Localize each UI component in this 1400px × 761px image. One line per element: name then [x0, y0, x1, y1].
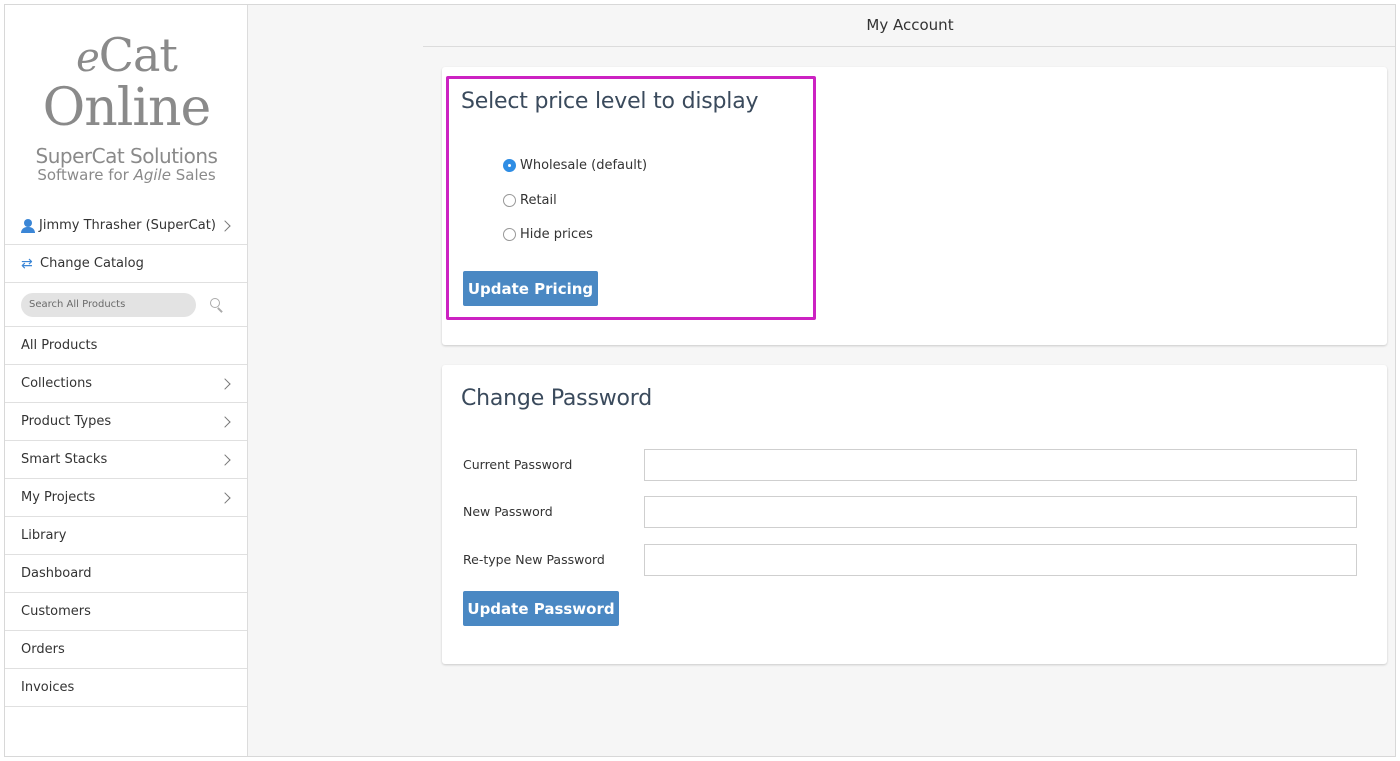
chevron-right-icon: [219, 453, 231, 466]
password-field-label: Re-type New Password: [463, 552, 605, 567]
sidebar-change-catalog[interactable]: ⇄ Change Catalog: [5, 245, 247, 283]
update-pricing-button[interactable]: Update Pricing: [463, 271, 598, 306]
sidebar-item-label: Dashboard: [21, 566, 92, 581]
user-name: Jimmy Thrasher (SuperCat): [39, 218, 216, 233]
ecat-online-logo[interactable]: eCat Online SuperCat Solutions Software …: [5, 5, 248, 205]
sidebar-item-label: Collections: [21, 376, 93, 391]
page-header: My Account: [423, 5, 1395, 47]
search-icon[interactable]: [210, 298, 223, 313]
price-option-wholesale[interactable]: Wholesale (default): [503, 158, 647, 173]
change-password-heading: Change Password: [461, 386, 652, 411]
sidebar-item-label: All Products: [21, 338, 98, 353]
page-title: My Account: [866, 16, 954, 34]
chevron-right-icon: [219, 491, 231, 504]
password-field-label: Current Password: [463, 457, 573, 472]
sidebar-item-smart-stacks[interactable]: Smart Stacks: [5, 441, 247, 479]
sidebar: eCat Online SuperCat Solutions Software …: [5, 5, 248, 756]
sidebar-item-customers[interactable]: Customers: [5, 593, 247, 631]
price-option-retail[interactable]: Retail: [503, 193, 557, 208]
new-password-input[interactable]: [644, 496, 1357, 528]
sidebar-item-all-products[interactable]: All Products: [5, 327, 247, 365]
sidebar-item-label: Library: [21, 528, 67, 543]
chevron-right-icon: [219, 219, 231, 232]
sidebar-item-dashboard[interactable]: Dashboard: [5, 555, 247, 593]
price-option-label: Retail: [520, 193, 557, 208]
swap-arrows-icon: ⇄: [21, 255, 33, 272]
sidebar-item-label: Orders: [21, 642, 65, 657]
sidebar-item-label: Customers: [21, 604, 91, 619]
app-window: eCat Online SuperCat Solutions Software …: [4, 4, 1396, 757]
sidebar-item-label: Smart Stacks: [21, 452, 108, 467]
price-option-hide[interactable]: Hide prices: [503, 227, 593, 242]
sidebar-item-orders[interactable]: Orders: [5, 631, 247, 669]
pricing-heading: Select price level to display: [461, 89, 759, 114]
current-password-input[interactable]: [644, 449, 1357, 481]
sidebar-user-account[interactable]: Jimmy Thrasher (SuperCat): [5, 207, 247, 245]
search-input[interactable]: [21, 292, 196, 317]
chevron-right-icon: [219, 377, 231, 390]
retype-password-input[interactable]: [644, 544, 1357, 576]
sidebar-item-library[interactable]: Library: [5, 517, 247, 555]
radio-button[interactable]: [503, 228, 516, 241]
radio-button[interactable]: [503, 159, 516, 172]
sidebar-item-product-types[interactable]: Product Types: [5, 403, 247, 441]
price-option-label: Wholesale (default): [520, 158, 648, 173]
update-password-button[interactable]: Update Password: [463, 591, 619, 626]
price-option-label: Hide prices: [520, 227, 593, 242]
sidebar-search: [5, 283, 247, 327]
user-icon: [21, 218, 35, 233]
password-field-label: New Password: [463, 504, 553, 519]
sidebar-item-label: Product Types: [21, 414, 112, 429]
sidebar-item-label: Invoices: [21, 680, 75, 695]
sidebar-nav: Jimmy Thrasher (SuperCat) ⇄ Change Catal…: [5, 207, 247, 707]
chevron-right-icon: [219, 415, 231, 428]
sidebar-item-invoices[interactable]: Invoices: [5, 669, 247, 707]
sidebar-item-label: My Projects: [21, 490, 96, 505]
radio-button[interactable]: [503, 194, 516, 207]
sidebar-item-my-projects[interactable]: My Projects: [5, 479, 247, 517]
sidebar-item-collections[interactable]: Collections: [5, 365, 247, 403]
